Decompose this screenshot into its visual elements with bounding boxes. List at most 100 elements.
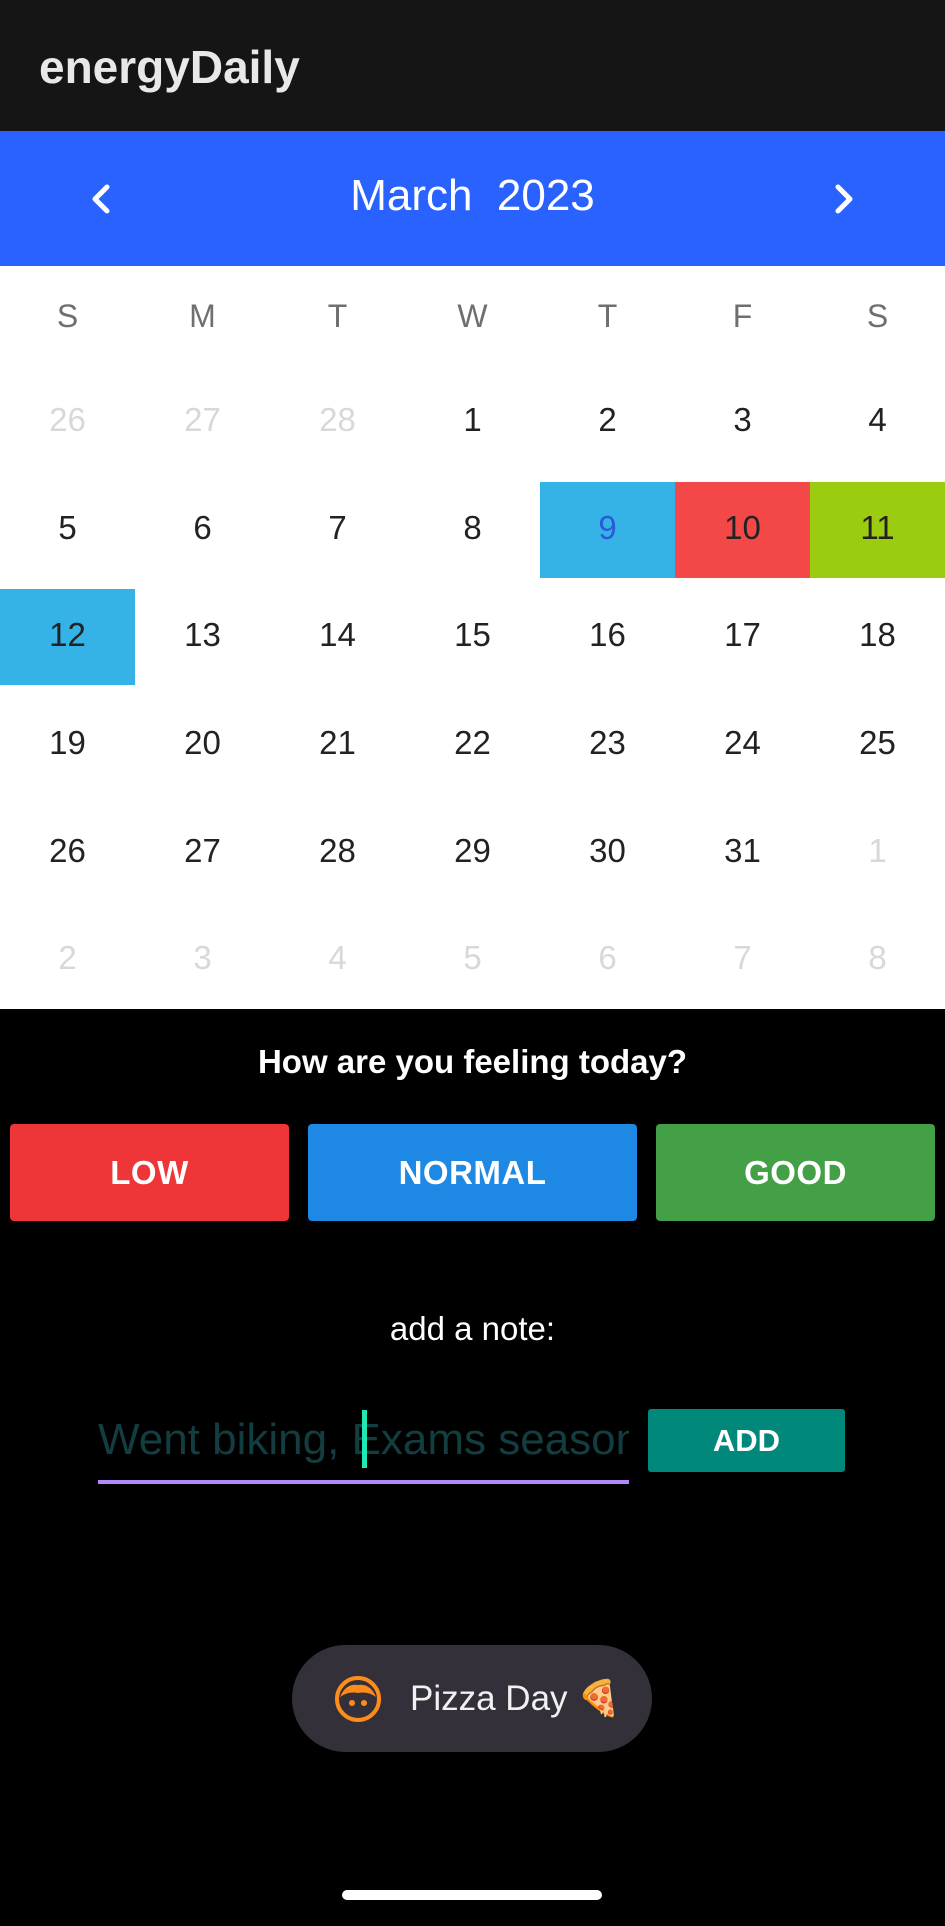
calendar-day[interactable]: 29 <box>405 797 540 905</box>
calendar-day[interactable]: 13 <box>135 581 270 689</box>
calendar-day-number: 24 <box>724 723 761 761</box>
calendar-day-number: 18 <box>859 616 896 654</box>
calendar-day[interactable]: 14 <box>270 581 405 689</box>
calendar-day-number: 13 <box>184 616 221 654</box>
calendar-day-number: 15 <box>454 616 491 654</box>
weekday-label: T <box>327 298 348 334</box>
calendar-day[interactable]: 31 <box>675 797 810 905</box>
calendar-day: 4 <box>270 904 405 1012</box>
calendar-day-number: 5 <box>58 508 77 546</box>
calendar-day-grid: 26 27 28 1 2 3 4 5 6 7 8 9 10 11 12 13 14 15 16 17 18 19 20 21 2… <box>0 366 945 1012</box>
calendar-day-number: 8 <box>868 939 887 977</box>
calendar-day: 8 <box>810 904 945 1012</box>
add-note-button[interactable]: ADD <box>648 1409 845 1472</box>
calendar-day: 1 <box>810 797 945 905</box>
calendar-day-number: 28 <box>319 831 356 869</box>
calendar-day[interactable]: 17 <box>675 581 810 689</box>
calendar-day[interactable]: 27 <box>135 797 270 905</box>
calendar-day-number: 22 <box>454 723 491 761</box>
calendar-day[interactable]: 1 <box>405 366 540 474</box>
calendar-day-number: 8 <box>463 508 482 546</box>
calendar-day-number: 29 <box>454 831 491 869</box>
calendar-day-number: 16 <box>589 616 626 654</box>
calendar-day: 27 <box>135 366 270 474</box>
calendar-day[interactable]: 19 <box>0 689 135 797</box>
face-emoji-icon <box>335 1675 381 1722</box>
weekday-row: S M T W T F S <box>0 266 945 366</box>
calendar-day-number: 10 <box>724 508 761 546</box>
calendar-day-number: 7 <box>328 508 347 546</box>
calendar-month-year: March 2023 <box>350 171 595 220</box>
weekday-label: T <box>597 298 618 334</box>
calendar-day[interactable]: 30 <box>540 797 675 905</box>
calendar-day[interactable]: 24 <box>675 689 810 797</box>
low-mood-button[interactable]: LOW <box>10 1124 289 1221</box>
calendar-day: 5 <box>405 904 540 1012</box>
calendar-day[interactable]: 7 <box>270 474 405 582</box>
calendar-day[interactable]: 9 <box>540 474 675 582</box>
note-field <box>98 1400 629 1484</box>
calendar-day[interactable]: 10 <box>675 474 810 582</box>
app-bar: energyDaily <box>0 0 945 131</box>
calendar-day: 6 <box>540 904 675 1012</box>
calendar-day[interactable]: 12 <box>0 581 135 689</box>
weekday-label: S <box>866 298 889 334</box>
calendar-day: 7 <box>675 904 810 1012</box>
calendar-day[interactable]: 3 <box>675 366 810 474</box>
calendar-day[interactable]: 26 <box>0 797 135 905</box>
calendar-day-number: 2 <box>598 400 617 438</box>
calendar-day-number: 21 <box>319 723 356 761</box>
calendar-day-number: 3 <box>193 939 212 977</box>
calendar-day[interactable]: 16 <box>540 581 675 689</box>
calendar-day-number: 3 <box>733 400 752 438</box>
calendar-day-number: 4 <box>868 400 887 438</box>
app-title: energyDaily <box>39 41 300 93</box>
calendar-day: 3 <box>135 904 270 1012</box>
calendar-day-number: 28 <box>319 400 356 438</box>
calendar-day-number: 25 <box>859 723 896 761</box>
calendar-day-number: 5 <box>463 939 482 977</box>
calendar-day[interactable]: 11 <box>810 474 945 582</box>
calendar-day-number: 31 <box>724 831 761 869</box>
text-cursor <box>362 1410 367 1468</box>
good-mood-button[interactable]: GOOD <box>656 1124 935 1221</box>
calendar-day[interactable]: 2 <box>540 366 675 474</box>
calendar-day-number: 14 <box>319 616 356 654</box>
calendar-day: 28 <box>270 366 405 474</box>
calendar-day[interactable]: 25 <box>810 689 945 797</box>
next-month-button[interactable] <box>815 171 871 227</box>
calendar-day-number: 27 <box>184 400 221 438</box>
calendar-day-number: 7 <box>733 939 752 977</box>
calendar-day[interactable]: 20 <box>135 689 270 797</box>
calendar-day[interactable]: 21 <box>270 689 405 797</box>
calendar-day[interactable]: 28 <box>270 797 405 905</box>
calendar-day-number: 6 <box>598 939 617 977</box>
home-indicator[interactable] <box>342 1890 602 1900</box>
calendar-day-number: 23 <box>589 723 626 761</box>
normal-mood-button[interactable]: NORMAL <box>308 1124 637 1221</box>
calendar-day-number: 1 <box>463 400 482 438</box>
toast-message: Pizza Day 🍕 <box>292 1645 652 1752</box>
calendar-day[interactable]: 6 <box>135 474 270 582</box>
calendar-day-number: 27 <box>184 831 221 869</box>
calendar-day: 2 <box>0 904 135 1012</box>
weekday-label: M <box>189 298 216 334</box>
calendar-day-number: 12 <box>49 616 86 654</box>
calendar-day-number: 1 <box>868 831 887 869</box>
calendar-day[interactable]: 5 <box>0 474 135 582</box>
calendar-day[interactable]: 23 <box>540 689 675 797</box>
toast-text: Pizza Day 🍕 <box>410 1679 621 1718</box>
calendar-day[interactable]: 18 <box>810 581 945 689</box>
calendar-day-number: 19 <box>49 723 86 761</box>
calendar-day[interactable]: 4 <box>810 366 945 474</box>
calendar-day-number: 26 <box>49 831 86 869</box>
calendar-day[interactable]: 22 <box>405 689 540 797</box>
mood-question: How are you feeling today? <box>257 1043 688 1080</box>
calendar-day-number: 9 <box>598 508 617 546</box>
calendar-day[interactable]: 15 <box>405 581 540 689</box>
calendar-day-number: 6 <box>193 508 212 546</box>
calendar-body: S M T W T F S 26 27 28 1 2 3 4 5 6 7 8 9 10 11 12 13 14 1… <box>0 266 945 1009</box>
calendar-day[interactable]: 8 <box>405 474 540 582</box>
chevron-right-icon <box>835 184 853 214</box>
weekday-label: F <box>732 298 753 334</box>
